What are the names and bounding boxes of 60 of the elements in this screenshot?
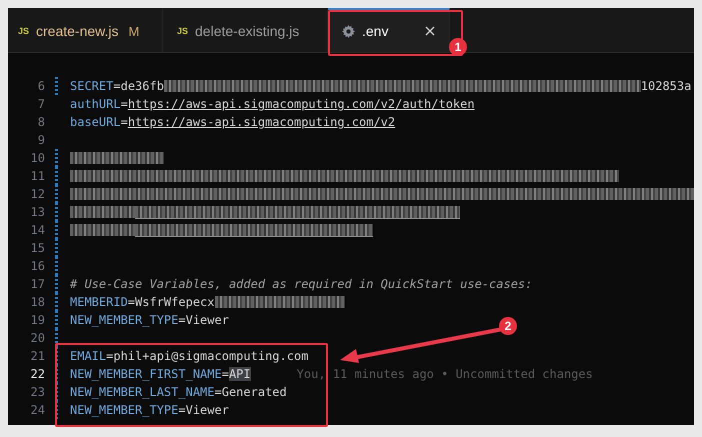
line-number: 22 <box>30 367 45 381</box>
variable-value: Generated <box>222 385 287 399</box>
tab-label: create-new.js <box>36 23 118 39</box>
line-number: 16 <box>30 259 45 273</box>
line-number: 17 <box>30 277 45 291</box>
js-file-icon: JS <box>177 26 188 36</box>
variable-name: baseURL <box>70 115 121 129</box>
line-number: 14 <box>30 223 45 237</box>
gear-icon <box>342 24 355 38</box>
equals-sign: = <box>178 403 186 417</box>
line-number: 18 <box>30 295 45 309</box>
variable-value: Viewer <box>186 403 229 417</box>
line-number: 21 <box>30 349 45 363</box>
variable-name: NEW_MEMBER_LAST_NAME <box>70 385 214 399</box>
variable-name: MEMBERID <box>70 295 128 309</box>
variable-value: WsfrWfepecx <box>135 295 215 309</box>
equals-sign: = <box>106 349 114 363</box>
equals-sign: = <box>128 295 136 309</box>
line-number: 10 <box>30 151 45 165</box>
close-icon[interactable] <box>425 26 435 36</box>
url-link[interactable]: https://aws-api.sigmacomputing.com/v2 <box>128 115 396 129</box>
selected-text: API <box>228 367 251 381</box>
line-number: 6 <box>36 79 45 93</box>
equals-sign: = <box>214 385 222 399</box>
blame-annotation: You, 11 minutes ago • Uncommitted changes <box>296 367 593 381</box>
variable-value: 102853a <box>640 79 692 93</box>
editor-tab[interactable]: JS create-new.js M <box>8 8 163 52</box>
line-number: 11 <box>30 169 45 183</box>
modified-indicator: M <box>128 24 140 38</box>
tab-label: .env <box>362 23 390 39</box>
line-number: 8 <box>36 115 45 129</box>
line-number: 19 <box>30 313 45 327</box>
editor-tab[interactable]: JS delete-existing.js <box>163 8 328 52</box>
code-comment: # Use-Case Variables, added as required in QuickStart use-cases: <box>70 277 532 291</box>
equals-sign: = <box>120 97 128 111</box>
tab-label: delete-existing.js <box>195 23 300 39</box>
line-number: 20 <box>30 331 45 345</box>
variable-name: EMAIL <box>70 349 106 363</box>
equals-sign: = <box>120 115 128 129</box>
variable-value: Viewer <box>186 313 229 327</box>
line-number: 7 <box>36 97 45 111</box>
variable-name: SECRET <box>70 79 114 93</box>
url-link[interactable]: https://aws-api.sigmacomputing.com/v2/auth/token <box>128 97 475 111</box>
line-number: 23 <box>30 385 45 399</box>
equals-sign: = <box>178 313 186 327</box>
equals-sign: = <box>222 367 229 381</box>
variable-value: de36fb <box>120 79 164 93</box>
line-number: 24 <box>30 403 45 417</box>
line-number: 13 <box>30 205 45 219</box>
variable-name: NEW_MEMBER_TYPE <box>70 403 178 417</box>
editor-tab[interactable]: .env <box>328 8 450 52</box>
variable-name: authURL <box>70 97 121 111</box>
variable-value: phil+api@sigmacomputing.com <box>113 349 308 363</box>
variable-name: NEW_MEMBER_TYPE <box>70 313 178 327</box>
equals-sign: = <box>113 79 121 93</box>
variable-name: NEW_MEMBER_FIRST_NAME <box>70 367 222 381</box>
js-file-icon: JS <box>18 26 30 36</box>
line-number: 9 <box>36 133 45 147</box>
line-number: 15 <box>30 241 45 255</box>
line-number: 12 <box>30 187 45 201</box>
